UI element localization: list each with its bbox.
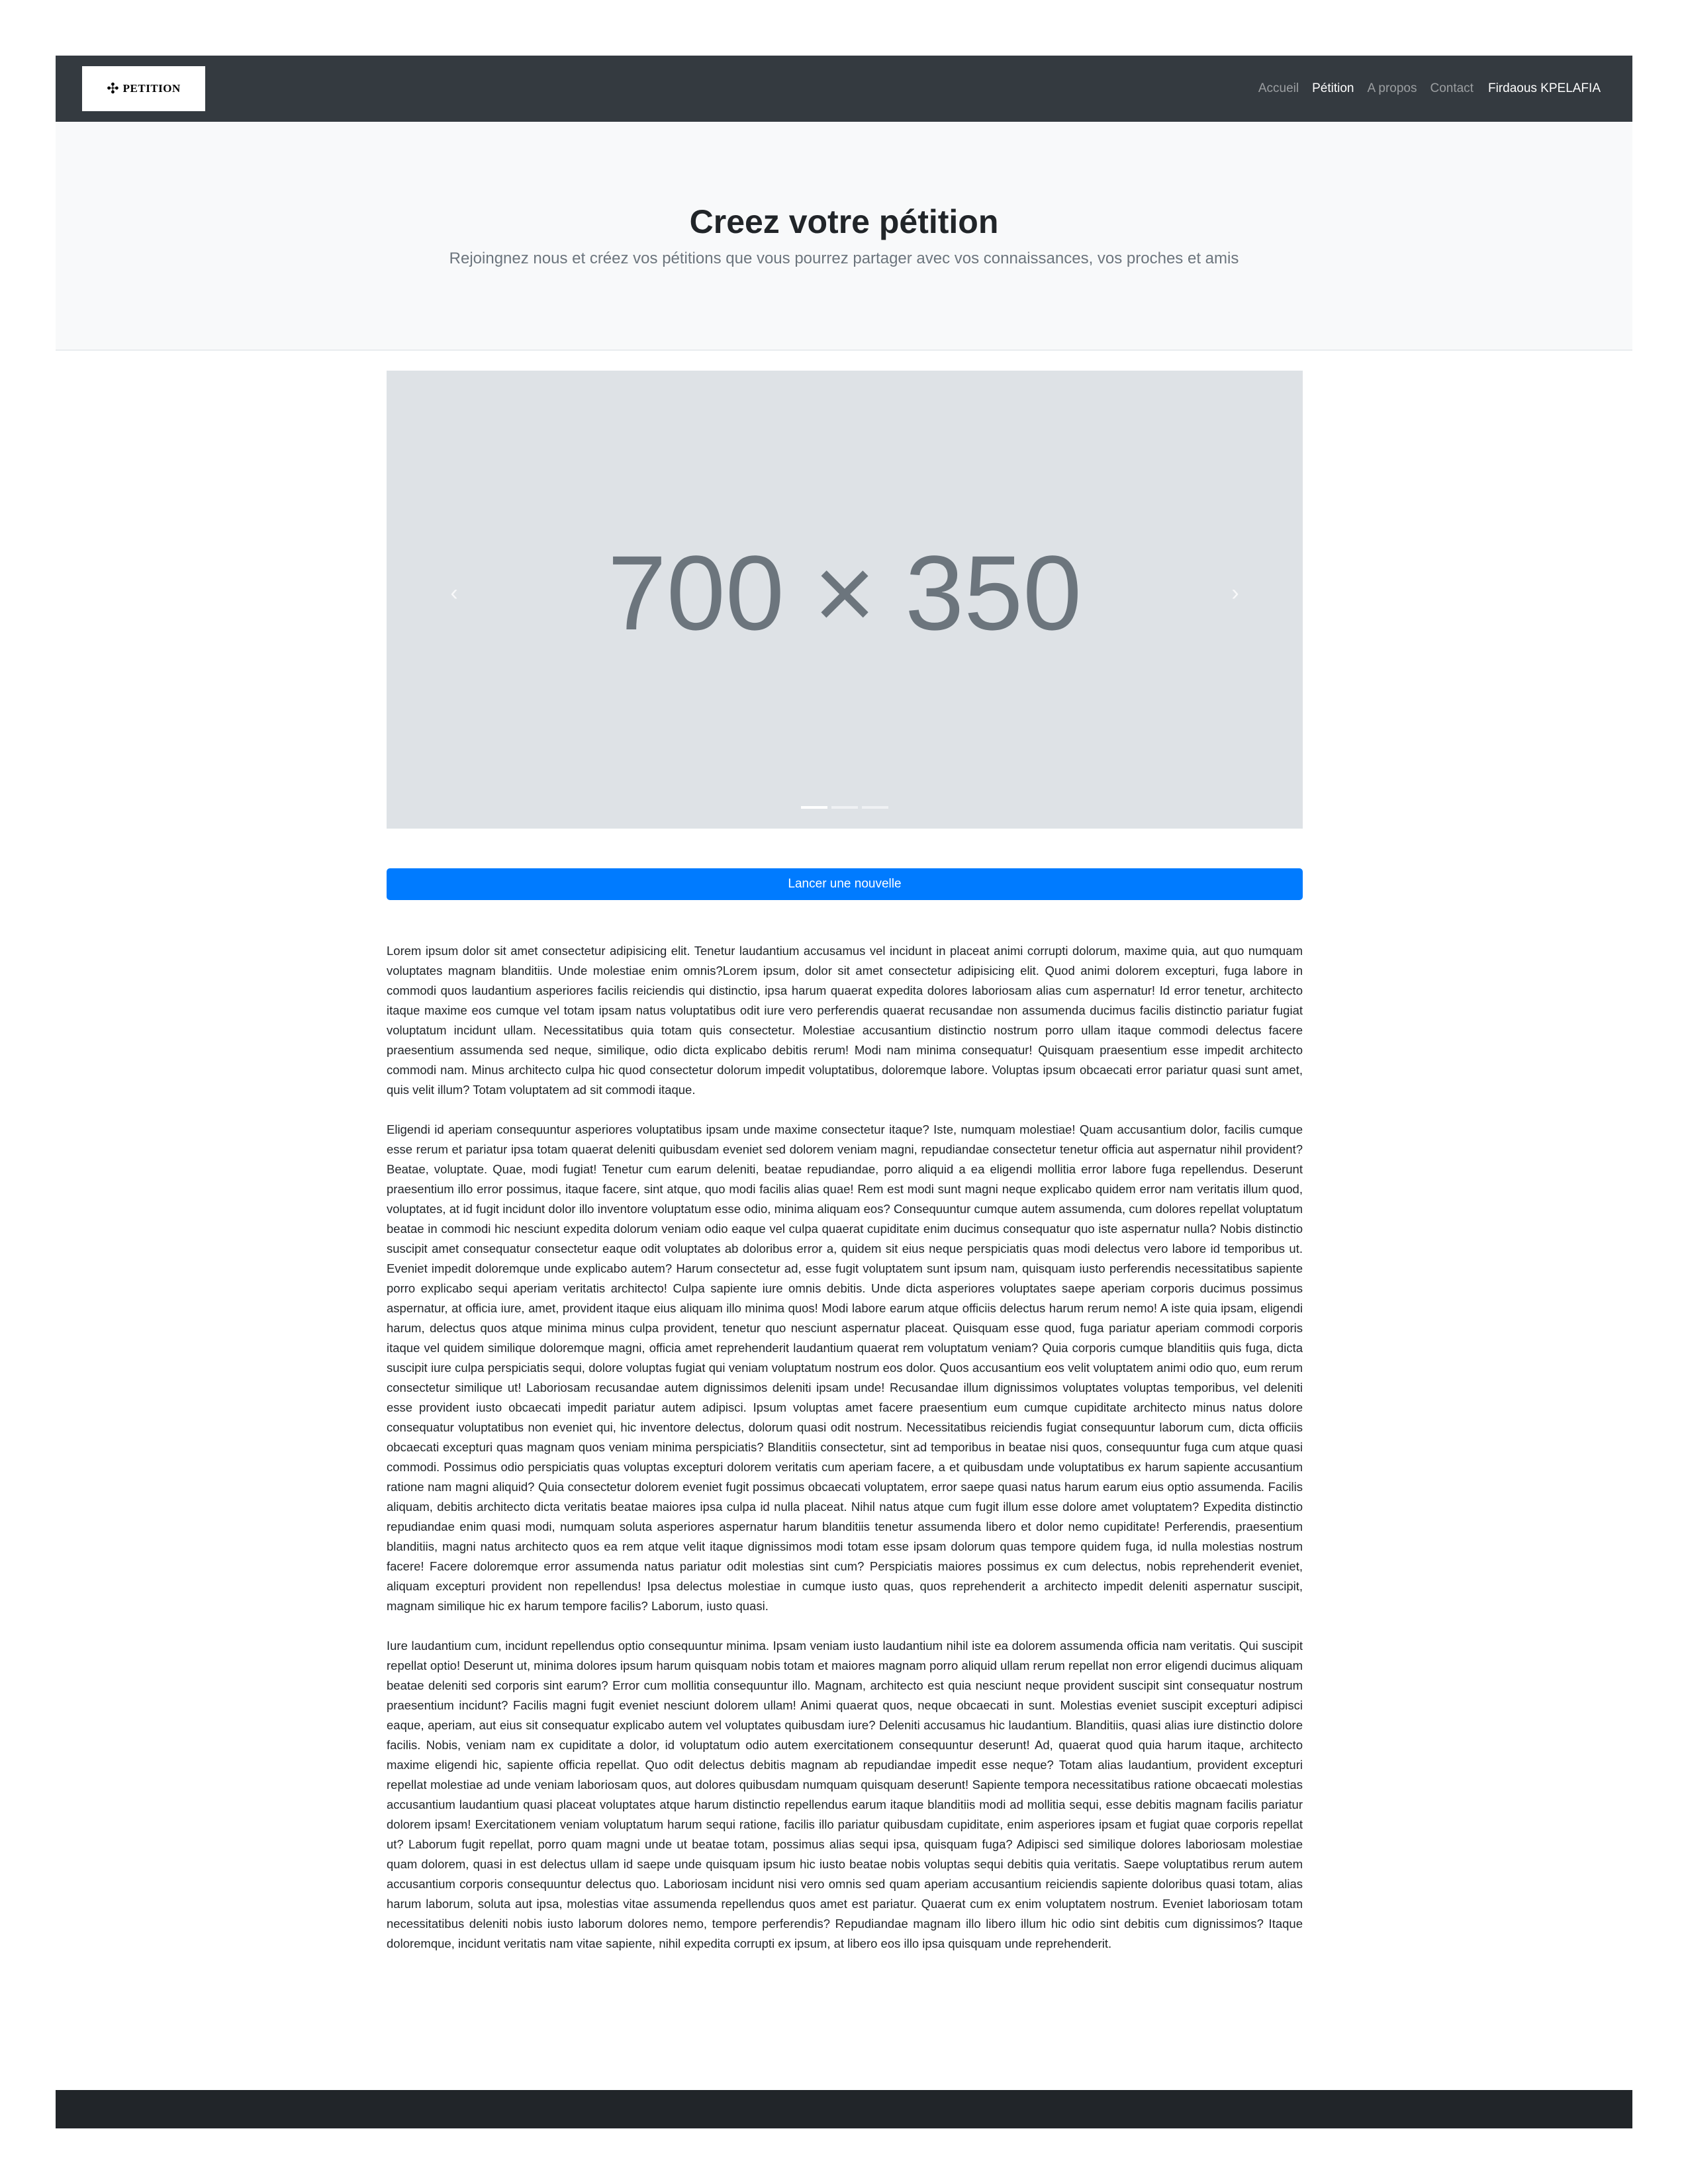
nav-link-accueil[interactable]: Accueil: [1258, 81, 1299, 96]
four-point-star-icon: ✣: [107, 80, 119, 97]
carousel-indicator-2[interactable]: [831, 806, 858, 809]
brand-logo[interactable]: ✣ PETITION: [82, 66, 205, 111]
carousel-indicators: [387, 806, 1303, 809]
paragraph-2: Eligendi id aperiam consequuntur asperio…: [387, 1122, 1303, 1613]
main-content: 700 × 350 ‹ › Lancer une nouvelle Lorem …: [387, 371, 1303, 1954]
image-carousel: 700 × 350 ‹ ›: [387, 371, 1303, 829]
nav-link-petition[interactable]: Pétition: [1312, 81, 1354, 96]
nav-links: Accueil Pétition A propos Contact Firdao…: [1258, 81, 1601, 96]
carousel-indicator-3[interactable]: [862, 806, 888, 809]
nav-link-contact[interactable]: Contact: [1430, 81, 1473, 96]
article-text: Lorem ipsum dolor sit amet consectetur a…: [387, 941, 1303, 1954]
user-name-link[interactable]: Firdaous KPELAFIA: [1488, 81, 1601, 96]
chevron-right-icon: ›: [1231, 580, 1239, 606]
navbar: ✣ PETITION Accueil Pétition A propos Con…: [56, 56, 1632, 122]
footer: [56, 2090, 1632, 2128]
paragraph-1: Lorem ipsum dolor sit amet consectetur a…: [387, 944, 1303, 1097]
page-subtitle: Rejoingnez nous et créez vos pétitions q…: [449, 250, 1239, 267]
hero: Creez votre pétition Rejoingnez nous et …: [56, 122, 1632, 351]
nav-link-a-propos[interactable]: A propos: [1367, 81, 1417, 96]
paragraph-3: Iure laudantium cum, incidunt repellendu…: [387, 1639, 1303, 1950]
carousel-indicator-1[interactable]: [801, 806, 827, 809]
launch-new-petition-button[interactable]: Lancer une nouvelle: [387, 868, 1303, 900]
page: ✣ PETITION Accueil Pétition A propos Con…: [56, 56, 1632, 1974]
carousel-next-button[interactable]: ›: [1222, 573, 1248, 613]
brand-text: PETITION: [122, 82, 181, 95]
page-title: Creez votre pétition: [689, 203, 999, 240]
carousel-placeholder-text: 700 × 350: [607, 533, 1082, 652]
chevron-left-icon: ‹: [450, 580, 458, 606]
carousel-prev-button[interactable]: ‹: [441, 573, 467, 613]
